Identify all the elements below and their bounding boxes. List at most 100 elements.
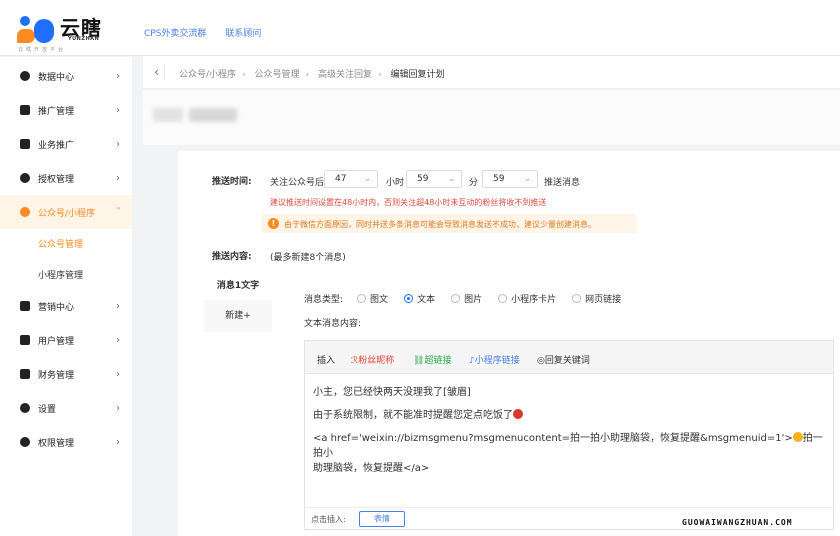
editor-line: 助理脑袋，恢复提醒</a>: [313, 463, 430, 474]
chevron-right-icon: ›: [116, 138, 120, 150]
chevron-right-icon: ›: [116, 368, 120, 380]
radio-label: 图片: [464, 295, 483, 305]
notice-banner: ! 由于微信方面原因，同时并送多条消息可能会导致消息发送不成功，建议少量创建消息…: [262, 214, 637, 233]
minutes-value: 59: [417, 174, 429, 184]
radio-option-text[interactable]: 文本: [404, 292, 435, 305]
toolbar-label: 小程序链接: [474, 356, 520, 366]
insert-reply-keyword-button[interactable]: ◎回复关键词: [537, 353, 590, 366]
blurred-account-header: [143, 90, 840, 145]
hours-select[interactable]: 47 ⌄: [324, 170, 378, 188]
message-editor-area: 消息类型: 图文 文本 图片 小程序卡片 网页链接 文本消息内容: 插入 ℛ粉丝…: [272, 272, 840, 536]
radio-option-article[interactable]: 图文: [357, 292, 388, 305]
sidebar-item-label: 业务推广: [38, 140, 75, 151]
logo[interactable]: 云瞎 YUNZHAN 云瞎开放平台: [16, 12, 116, 53]
breadcrumb-item[interactable]: 高级关注回复: [318, 70, 372, 80]
chevron-down-icon: ⌄: [364, 174, 371, 183]
sidebar-item-official-account[interactable]: 公众号/小程序 ˆ: [0, 195, 132, 229]
sidebar-item-permissions[interactable]: 权限管理 ›: [0, 425, 132, 459]
back-button[interactable]: ‹: [149, 64, 165, 80]
shield-icon: [20, 437, 30, 447]
chevron-right-icon: ›: [116, 436, 120, 448]
chevron-right-icon: ›: [116, 70, 120, 82]
insert-emoji-button[interactable]: 表情: [359, 511, 405, 527]
sidebar-item-settings[interactable]: 设置 ›: [0, 391, 132, 425]
insert-link-button[interactable]: ⛓超链接: [413, 353, 451, 366]
chevron-right-icon: ›: [116, 104, 120, 116]
top-link-cps-group[interactable]: CPS外卖交流群: [144, 29, 206, 39]
sidebar: 数据中心 › 推广管理 › 业务推广 › 授权管理 › 公众号/小程序 ˆ 公众…: [0, 57, 132, 536]
radio-option-image[interactable]: 图片: [451, 292, 482, 305]
chevron-up-icon: ˆ: [116, 206, 121, 218]
sidebar-subitem-miniprogram-manage[interactable]: 小程序管理: [38, 268, 83, 281]
insert-label: 点击插入:: [311, 515, 346, 524]
notice-text: 由于微信方面原因，同时并送多条消息可能会导致消息发送不成功，建议少量创建消息。: [284, 220, 596, 229]
editor-content[interactable]: 小主，您已经快两天没理我了[皱眉] 由于系统限制，就不能准时提醒您定点吃饭了 <…: [313, 385, 828, 484]
insert-mini-link-button[interactable]: ♪小程序链接: [469, 353, 520, 366]
radio-icon: [357, 294, 367, 303]
push-time-label: 推送时间:: [212, 177, 252, 187]
warning-icon: !: [268, 218, 279, 229]
toolbar-label: 回复关键词: [544, 356, 590, 366]
editor-toolbar: 插入 ℛ粉丝昵称 ⛓超链接 ♪小程序链接 ◎回复关键词: [305, 341, 833, 374]
sidebar-item-business[interactable]: 业务推广 ›: [0, 127, 132, 161]
radio-icon: [498, 294, 508, 303]
hours-value: 47: [335, 174, 347, 184]
radio-checked-icon: [404, 294, 414, 303]
editor-line: 由于系统限制，就不能准时提醒您定点吃饭了: [313, 410, 513, 421]
sidebar-item-promotion[interactable]: 推广管理 ›: [0, 93, 132, 127]
hours-unit: 小时: [386, 178, 405, 188]
user-lock-icon: [20, 173, 30, 183]
message-type-label: 消息类型:: [304, 295, 344, 305]
message-type-group: 消息类型: 图文 文本 图片 小程序卡片 网页链接: [304, 292, 637, 305]
sidebar-item-users[interactable]: 用户管理 ›: [0, 323, 132, 357]
wallet-icon: [20, 369, 30, 379]
editor-line: 小主，您已经快两天没理我了[皱眉]: [313, 387, 471, 398]
push-content-label: 推送内容:: [212, 252, 252, 262]
grid-icon: [20, 105, 30, 115]
sidebar-item-label: 设置: [38, 404, 57, 415]
pat-emoji-icon: [792, 432, 803, 442]
rice-bowl-emoji-icon: [513, 409, 523, 419]
sidebar-item-label: 推广管理: [38, 106, 75, 117]
sidebar-subitem-account-manage[interactable]: 公众号管理: [38, 237, 83, 250]
logo-mark-icon: [16, 14, 56, 44]
minutes-select[interactable]: 59 ⌄: [406, 170, 462, 188]
breadcrumb: ‹ 公众号/小程序 › 公众号管理 › 高级关注回复 › 编辑回复计划: [143, 56, 840, 89]
sidebar-item-authorization[interactable]: 授权管理 ›: [0, 161, 132, 195]
sidebar-item-label: 公众号/小程序: [38, 208, 96, 219]
push-time-prefix: 关注公众号后: [270, 178, 325, 188]
shop-icon: [20, 301, 30, 311]
message-tabs: 消息1文字 新建+: [204, 272, 272, 332]
tab-message-1[interactable]: 消息1文字: [204, 272, 272, 300]
gear-icon: [20, 403, 30, 413]
sidebar-item-label: 授权管理: [38, 174, 75, 185]
breadcrumb-item[interactable]: 公众号/小程序: [179, 70, 236, 80]
top-bar: 云瞎 YUNZHAN 云瞎开放平台 CPS外卖交流群 联系顾问: [0, 0, 840, 56]
logo-sub: 云瞎开放平台: [18, 47, 67, 53]
push-content-hint: (最多新建8个消息): [270, 253, 346, 263]
chevron-right-icon: ›: [116, 300, 120, 312]
blurred-account-name: [189, 108, 237, 122]
tab-new-message[interactable]: 新建+: [204, 302, 272, 330]
sidebar-item-label: 营销中心: [38, 302, 75, 313]
sidebar-item-label: 数据中心: [38, 72, 75, 83]
breadcrumb-trail: 公众号/小程序 › 公众号管理 › 高级关注回复 › 编辑回复计划: [179, 70, 445, 80]
editor-line: <a href='weixin://bizmsgmenu?msgmenucont…: [313, 433, 793, 444]
toolbar-label: 超链接: [424, 356, 452, 366]
sidebar-item-marketing[interactable]: 营销中心 ›: [0, 289, 132, 323]
chevron-down-icon: ⌄: [448, 174, 455, 183]
reply-icon: ◎: [537, 356, 545, 366]
sidebar-item-label: 用户管理: [38, 336, 75, 347]
top-link-contact[interactable]: 联系顾问: [225, 29, 261, 39]
watermark: GUOWAIWANGZHUAN.COM: [682, 518, 793, 527]
sidebar-item-finance[interactable]: 财务管理 ›: [0, 357, 132, 391]
blurred-avatar: [153, 108, 183, 122]
insert-nickname-button[interactable]: ℛ粉丝昵称: [351, 353, 394, 366]
breadcrumb-item[interactable]: 公众号管理: [255, 70, 300, 80]
sidebar-item-data-center[interactable]: 数据中心 ›: [0, 59, 132, 93]
seconds-select[interactable]: 59 ⌄: [482, 170, 538, 188]
radio-option-web-link[interactable]: 网页链接: [572, 292, 621, 305]
chevron-right-icon: ›: [116, 172, 120, 184]
chevron-down-icon: ⌄: [524, 174, 531, 183]
radio-option-mini-card[interactable]: 小程序卡片: [498, 292, 556, 305]
